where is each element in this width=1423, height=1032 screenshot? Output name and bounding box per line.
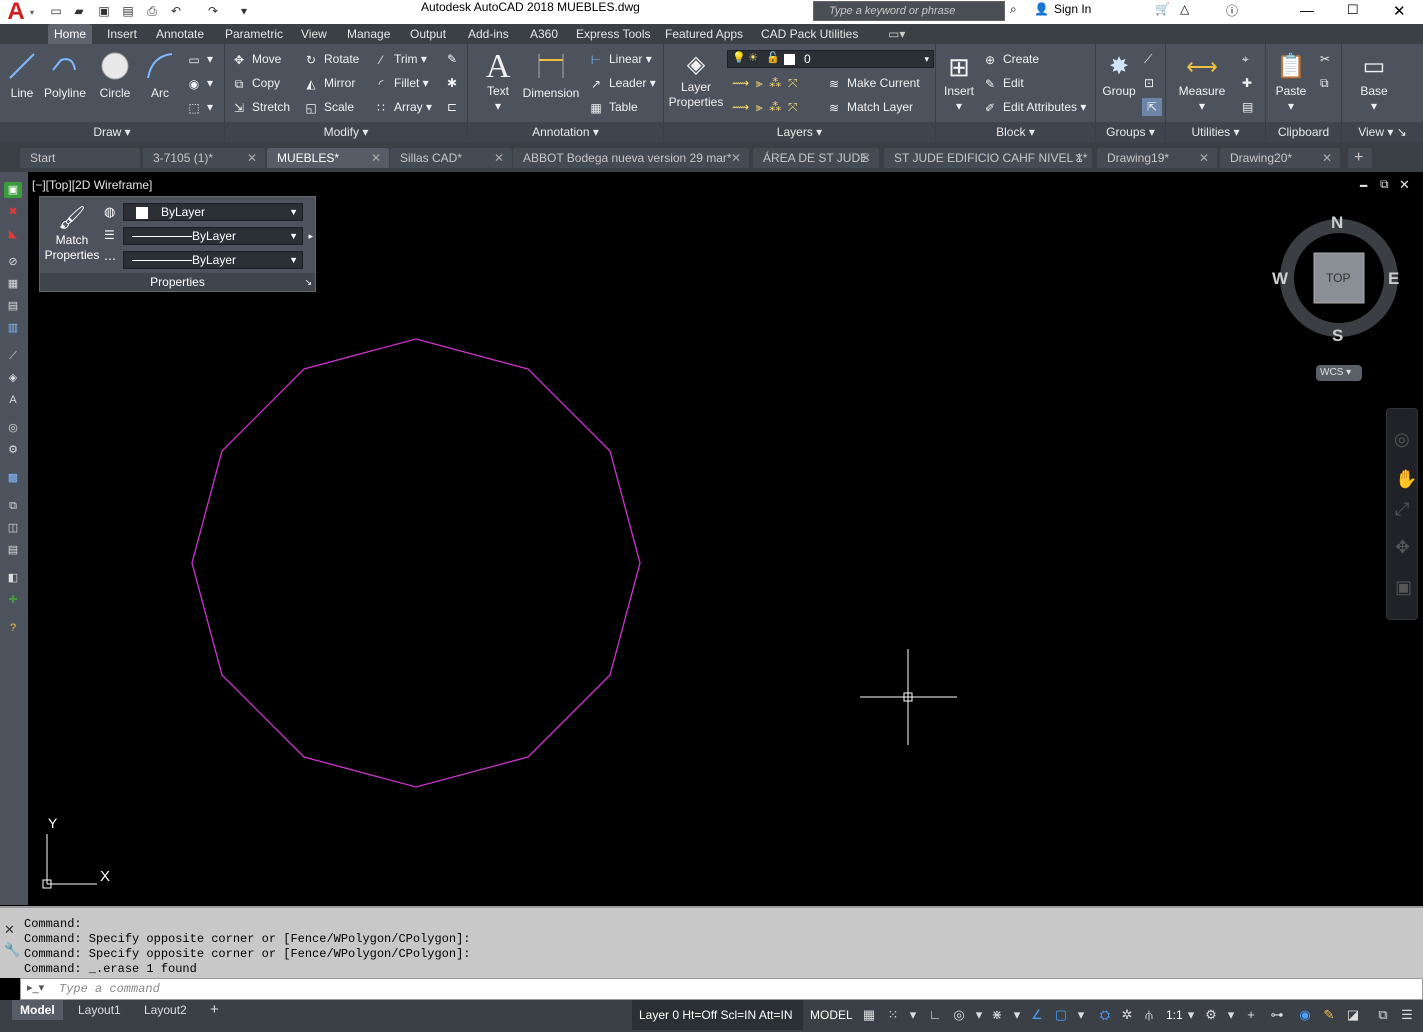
grid-icon[interactable]: ▦ [860, 1006, 878, 1024]
chevron-down-icon[interactable]: ▾ [904, 1006, 922, 1024]
quick-properties-icon[interactable]: ◪ [1344, 1006, 1362, 1024]
hardware-acceleration-icon[interactable]: ◉ [1296, 1006, 1314, 1024]
command-prompt-icon[interactable]: ▸_▾ [27, 981, 44, 994]
annotation-scale-icon[interactable]: ⫛ [1140, 1006, 1158, 1024]
history-line: Command: Specify opposite corner or [Fen… [24, 947, 471, 961]
pan-icon[interactable]: ✋ [1395, 469, 1417, 490]
decagon-shape[interactable] [191, 338, 641, 788]
chevron-down-icon[interactable]: ▾ [1072, 1006, 1090, 1024]
navigation-bar: ◎ ✋ ⤢ ✥ ▣ [1386, 408, 1418, 620]
workspace-gear-icon[interactable]: ⚙ [1202, 1006, 1220, 1024]
ucs-icon [42, 834, 97, 889]
isometric-icon[interactable]: ⋇ [988, 1006, 1006, 1024]
layer-status-text[interactable]: Layer 0 Ht=Off Scl=IN Att=IN [632, 1000, 803, 1030]
steering-wheel-icon[interactable]: ◎ [1394, 429, 1410, 450]
command-input[interactable]: ▸_▾ Type a command [20, 978, 1423, 1000]
annotation-scale-value[interactable]: 1:1 [1166, 1000, 1183, 1030]
chevron-down-icon[interactable]: ▾ [1182, 1006, 1200, 1024]
viewcube-east[interactable]: E [1388, 269, 1399, 289]
command-history: ✕ 🔧 Command: Command: Specify opposite c… [0, 906, 1423, 978]
new-layout-button[interactable]: + [202, 1000, 227, 1020]
ucs-x-label: X [100, 868, 111, 885]
command-placeholder: Type a command [59, 982, 160, 996]
status-bar: Model Layout1 Layout2 + Layer 0 Ht=Off S… [0, 1000, 1423, 1032]
chevron-down-icon[interactable]: ▾ [1008, 1006, 1026, 1024]
layout-tab[interactable]: Layout2 [136, 1000, 195, 1020]
history-line: Command: _.erase 1 found [24, 962, 197, 976]
drawing-canvas [42, 219, 1398, 889]
snap-icon[interactable]: ⁙ [884, 1006, 902, 1024]
orbit-icon[interactable]: ✥ [1395, 537, 1410, 558]
crosshair-cursor [860, 649, 957, 745]
wrench-icon[interactable]: 🔧 [4, 942, 20, 958]
close-command-icon[interactable]: ✕ [4, 922, 15, 938]
wcs-menu[interactable]: WCS ▾ [1316, 365, 1362, 381]
ucs-y-label: Y [48, 815, 58, 831]
clean-screen-icon[interactable]: ✎ [1320, 1006, 1338, 1024]
add-icon[interactable]: + [1242, 1006, 1260, 1024]
viewcube-top-face[interactable]: TOP [1326, 271, 1350, 285]
polar-icon[interactable]: ◎ [950, 1006, 968, 1024]
object-snap-tracking-icon[interactable]: ∠ [1028, 1006, 1046, 1024]
viewcube-north[interactable]: N [1331, 213, 1343, 233]
showmotion-icon[interactable]: ▣ [1395, 577, 1412, 598]
fullscreen-icon[interactable]: ⧉ [1374, 1006, 1392, 1024]
chevron-down-icon[interactable]: ▾ [1222, 1006, 1240, 1024]
customize-menu-icon[interactable]: ☰ [1398, 1006, 1416, 1024]
isolate-objects-icon[interactable]: ⊶ [1268, 1006, 1286, 1024]
auto-scale-icon[interactable]: ✲ [1118, 1006, 1136, 1024]
history-line: Command: [24, 917, 82, 931]
viewcube-west[interactable]: W [1272, 269, 1288, 289]
ortho-icon[interactable]: ∟ [926, 1006, 944, 1024]
object-snap-icon[interactable]: ▢ [1052, 1006, 1070, 1024]
layout-tab-model[interactable]: Model [12, 1000, 63, 1020]
zoom-extents-icon[interactable]: ⤢ [1395, 499, 1409, 520]
layout-tab[interactable]: Layout1 [70, 1000, 129, 1020]
model-space-button[interactable]: MODEL [808, 1000, 854, 1030]
viewcube-south[interactable]: S [1332, 326, 1343, 346]
history-line: Command: Specify opposite corner or [Fen… [24, 932, 471, 946]
chevron-down-icon[interactable]: ▾ [970, 1006, 988, 1024]
annotation-visibility-icon[interactable]: ⛭ [1096, 1006, 1114, 1024]
